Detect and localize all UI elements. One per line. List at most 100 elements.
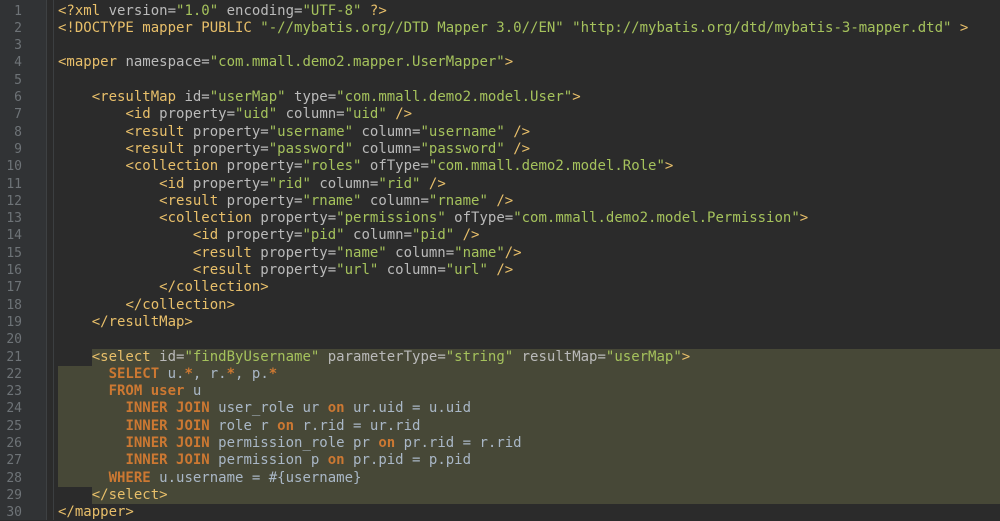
line-number: 1 — [14, 3, 22, 19]
token-attr: column= — [277, 106, 345, 123]
code-line[interactable]: 9 <result property="password" column="pa… — [0, 141, 1000, 158]
code-line[interactable]: 14 <id property="pid" column="pid" /> — [0, 227, 1000, 244]
token-kw: INNER JOIN — [125, 417, 210, 434]
token-attr: column= — [386, 244, 455, 261]
token-tag: /> — [386, 106, 413, 123]
code-line[interactable]: 18 </collection> — [0, 297, 1000, 314]
token-str: "url" — [445, 262, 488, 278]
line-number: 26 — [6, 436, 22, 451]
token-tag: </collection> — [159, 279, 269, 296]
token-attr: column= — [344, 227, 413, 244]
line-code: </collection> — [58, 279, 1000, 296]
token-plain: pr.rid = r.rid — [395, 435, 522, 451]
code-line[interactable]: 24 INNER JOIN user_role ur on ur.uid = u… — [0, 400, 1000, 418]
line-number: 20 — [6, 332, 22, 348]
code-line[interactable]: 15 <result property="name" column="name"… — [0, 245, 1000, 262]
token-attr: id= — [159, 348, 185, 365]
code-line[interactable]: 11 <id property="rid" column="rid" /> — [0, 176, 1000, 193]
code-line[interactable]: 30 </mapper> — [0, 504, 1000, 521]
code-editor[interactable]: 1 <?xml version="1.0" encoding="UTF-8" ?>… — [0, 0, 1000, 520]
line-number: 14 — [6, 228, 22, 244]
token-str: "userMap" — [209, 89, 286, 105]
code-line[interactable]: 27 INNER JOIN permission p on pr.pid = p… — [0, 452, 1000, 470]
token-str: "pid" — [412, 227, 455, 244]
code-line[interactable]: 21 <select id="findByUsername" parameter… — [0, 348, 1000, 366]
token-str: "url" — [336, 262, 379, 278]
line-number: 17 — [6, 280, 22, 296]
line-code: <mapper namespace="com.mmall.demo2.mappe… — [58, 54, 1000, 71]
token-attr: resultMap= — [513, 348, 606, 365]
code-line[interactable]: 7 <id property="uid" column="uid" /> — [0, 106, 1000, 123]
code-line[interactable]: 28 WHERE u.username = #{username} — [0, 469, 1000, 487]
code-line[interactable]: 5 — [0, 72, 1000, 89]
token-tag: <!DOCTYPE mapper PUBLIC — [58, 19, 261, 36]
line-number: 2 — [14, 20, 22, 36]
code-line[interactable]: 2 <!DOCTYPE mapper PUBLIC "-//mybatis.org… — [0, 20, 1000, 37]
line-code: <collection property="permissions" ofTyp… — [58, 210, 1000, 227]
line-code: INNER JOIN permission p on pr.pid = p.pi… — [58, 452, 1000, 470]
code-line[interactable]: 19 </resultMap> — [0, 314, 1000, 331]
token-str: "com.mmall.demo2.model.User" — [336, 89, 573, 105]
line-code: WHERE u.username = #{username} — [58, 469, 1000, 487]
token-tag: <result — [192, 244, 261, 261]
token-str: "username" — [420, 123, 505, 140]
code-line[interactable]: 3 — [0, 37, 1000, 54]
token-tag: </collection> — [125, 296, 236, 313]
token-tag: /> — [504, 244, 522, 261]
token-attr: property= — [159, 106, 236, 123]
code-line[interactable]: 29 </select> — [0, 486, 1000, 505]
code-line[interactable]: 16 <result property="url" column="url" /… — [0, 262, 1000, 279]
code-line[interactable]: 20 — [0, 331, 1000, 348]
token-tag: > — [664, 158, 674, 175]
token-str: "rid" — [378, 175, 421, 192]
code-line[interactable]: 25 INNER JOIN role r on r.rid = ur.rid — [0, 417, 1000, 435]
code-line[interactable]: 26 INNER JOIN permission_role pr on pr.r… — [0, 435, 1000, 453]
token-tag: > — [799, 210, 809, 227]
token-attr: column= — [310, 175, 379, 192]
code-line[interactable]: 22 SELECT u.*, r.*, p.* — [0, 365, 1000, 384]
line-number: 27 — [6, 453, 22, 469]
token-plain: u.username = #{username} — [150, 469, 362, 486]
line-code: <result property="url" column="url" /> — [58, 262, 1000, 279]
code-line[interactable]: 6 <resultMap id="userMap" type="com.mmal… — [0, 89, 1000, 106]
code-line[interactable]: 4 <mapper namespace="com.mmall.demo2.mapp… — [0, 54, 1000, 71]
token-str: "name" — [336, 244, 387, 261]
line-number: 29 — [6, 487, 22, 503]
code-line[interactable]: 8 <result property="username" column="us… — [0, 124, 1000, 141]
line-code: INNER JOIN permission_role pr on pr.rid … — [58, 435, 1000, 453]
token-str: "permissions" — [336, 210, 446, 227]
code-line[interactable]: 1 <?xml version="1.0" encoding="UTF-8" ?> — [0, 3, 1000, 20]
token-tag: > — [572, 89, 581, 105]
code-line[interactable]: 23 FROM user u — [0, 383, 1000, 401]
code-line[interactable]: 17 </collection> — [0, 279, 1000, 296]
token-plain: permission_role pr — [209, 435, 379, 451]
code-line[interactable]: 10 <collection property="roles" ofType="… — [0, 158, 1000, 175]
token-attr: property= — [260, 262, 337, 278]
line-number: 7 — [14, 107, 22, 123]
token-str: "com.mmall.demo2.mapper.UserMapper" — [209, 54, 505, 71]
token-tag: <?xml — [58, 2, 109, 19]
token-tag: /> — [454, 227, 480, 244]
token-tag: <mapper — [58, 54, 126, 71]
line-number: 6 — [14, 90, 22, 105]
token-attr: property= — [192, 123, 269, 140]
code-line[interactable]: 13 <collection property="permissions" of… — [0, 210, 1000, 227]
token-tag: /> — [420, 175, 446, 192]
token-attr: column= — [378, 262, 446, 278]
token-attr: type= — [285, 89, 337, 105]
token-str: "roles" — [302, 158, 362, 175]
token-str: "rid" — [268, 175, 311, 192]
line-code: </select> — [58, 486, 1000, 505]
token-plain: u. — [159, 365, 185, 382]
code-line[interactable]: 12 <result property="rname" column="rnam… — [0, 193, 1000, 210]
token-tag: > — [504, 54, 514, 71]
token-str: "com.mmall.demo2.model.Permission" — [513, 210, 800, 227]
